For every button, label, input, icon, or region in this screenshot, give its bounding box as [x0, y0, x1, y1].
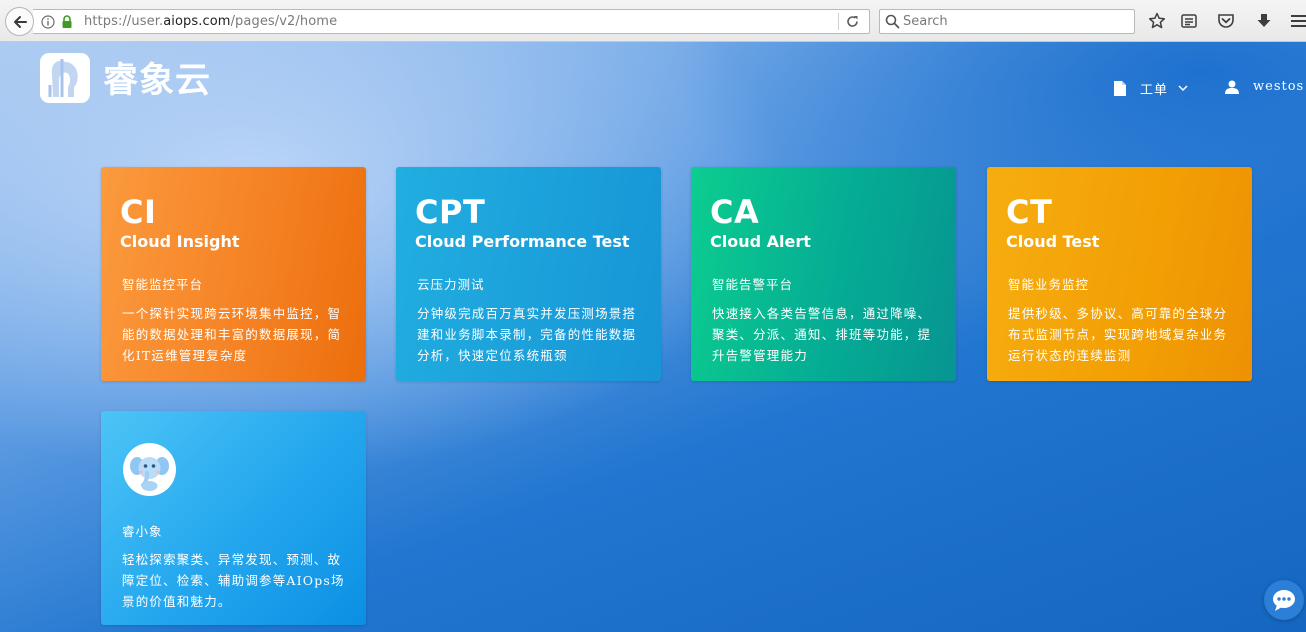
chevron-down-icon [1178, 85, 1188, 92]
search-icon [885, 14, 900, 33]
card-name: Cloud Alert [710, 232, 811, 251]
reading-list-icon[interactable] [1180, 12, 1198, 30]
card-name: Cloud Insight [120, 232, 240, 251]
page-background: 睿象云 工单 westos CI Cloud Insight 智能监控平台 一个… [0, 42, 1306, 632]
nav-ticket-menu[interactable]: 工单 [1114, 79, 1188, 98]
card-description: 分钟级完成百万真实并发压测场景搭建和业务脚本录制，完备的性能数据分析，快速定位系… [417, 306, 637, 363]
logo[interactable]: 睿象云 [40, 52, 211, 103]
nav-ticket-label: 工单 [1140, 83, 1169, 98]
back-button[interactable] [5, 7, 34, 36]
card-description: 轻松探索聚类、异常发现、预测、故障定位、检索、辅助调参等AIOps场景的价值和魅… [122, 552, 345, 609]
document-icon [1114, 81, 1126, 96]
reload-icon[interactable] [845, 14, 860, 33]
card-name: Cloud Performance Test [415, 232, 630, 251]
download-icon[interactable] [1255, 12, 1273, 30]
menu-icon[interactable] [1290, 12, 1306, 30]
user-icon [1225, 80, 1239, 94]
card-description: 快速接入各类告警信息，通过降噪、聚类、分派、通知、排班等功能，提升告警管理能力 [712, 306, 932, 363]
card-abbr: CPT [415, 193, 486, 231]
browser-toolbar: https://user.aiops.com/pages/v2/home [0, 0, 1306, 42]
back-arrow-icon [13, 15, 27, 28]
card-abbr: CA [710, 193, 760, 231]
elephant-logo-icon [40, 52, 90, 103]
lock-icon[interactable] [61, 14, 73, 33]
info-icon[interactable] [41, 14, 55, 33]
card-subtitle: 睿小象 [122, 524, 163, 539]
card-cloud-performance-test[interactable]: CPT Cloud Performance Test 云压力测试 分钟级完成百万… [396, 167, 661, 381]
card-subtitle: 云压力测试 [417, 277, 485, 292]
url-text[interactable]: https://user.aiops.com/pages/v2/home [84, 14, 337, 29]
card-subtitle: 智能业务监控 [1008, 277, 1090, 292]
logo-text: 睿象云 [103, 61, 212, 101]
card-cloud-alert[interactable]: CA Cloud Alert 智能告警平台 快速接入各类告警信息，通过降噪、聚类… [691, 167, 956, 381]
card-description: 一个探针实现跨云环境集中监控，智能的数据处理和丰富的数据展现，简化IT运维管理复… [122, 306, 342, 363]
card-abbr: CT [1006, 193, 1053, 231]
pocket-icon[interactable] [1217, 12, 1235, 30]
card-description: 提供秒级、多协议、高可靠的全球分布式监测节点，实现跨地域复杂业务运行状态的连续监… [1008, 306, 1228, 363]
card-abbr: CI [120, 193, 157, 231]
address-bar[interactable]: https://user.aiops.com/pages/v2/home [33, 9, 870, 34]
card-subtitle: 智能告警平台 [712, 277, 794, 292]
url-divider [838, 13, 839, 30]
card-cloud-insight[interactable]: CI Cloud Insight 智能监控平台 一个探针实现跨云环境集中监控，智… [101, 167, 366, 381]
nav-user-menu[interactable]: westos [1225, 79, 1304, 94]
chat-button[interactable] [1264, 580, 1304, 620]
search-bar[interactable] [879, 9, 1135, 34]
nav-username: westos [1253, 79, 1305, 94]
chat-bubble-icon [1273, 590, 1295, 611]
card-subtitle: 智能监控平台 [122, 277, 204, 292]
elephant-mascot-icon [123, 443, 176, 496]
card-rui-xiao-xiang[interactable]: 睿小象 轻松探索聚类、异常发现、预测、故障定位、检索、辅助调参等AIOps场景的… [101, 411, 366, 625]
card-name: Cloud Test [1006, 232, 1100, 251]
search-input[interactable] [903, 12, 1128, 31]
bookmark-star-icon[interactable] [1148, 12, 1166, 30]
card-cloud-test[interactable]: CT Cloud Test 智能业务监控 提供秒级、多协议、高可靠的全球分布式监… [987, 167, 1252, 381]
